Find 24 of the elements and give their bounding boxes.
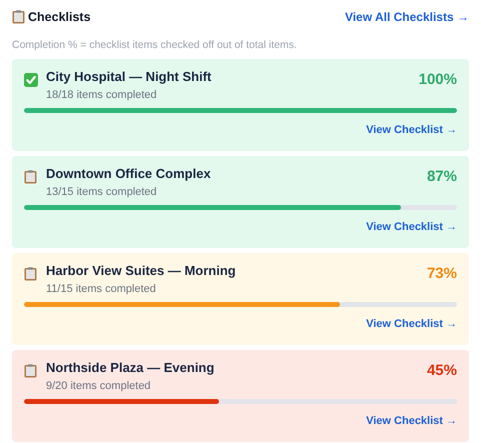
checklist-name: Northside Plaza — Evening [46, 360, 216, 375]
check-icon [24, 73, 38, 87]
view-checklist-link[interactable]: View Checklist → [366, 318, 457, 330]
completion-percent: 87% [426, 167, 457, 185]
view-checklist-link[interactable]: View Checklist → [366, 221, 457, 233]
checklist-name: City Hospital — Night Shift [46, 69, 212, 84]
section-title: Checklists [28, 10, 91, 24]
clipboard-icon [24, 267, 37, 281]
clipboard-icon [24, 170, 37, 184]
completion-note: Completion % = checklist items checked off out of total items. [12, 39, 298, 51]
items-summary: 18/18 items completed [46, 89, 158, 101]
items-summary: 13/15 items completed [46, 186, 158, 198]
completion-percent: 73% [426, 264, 457, 282]
clipboard-icon [12, 10, 25, 24]
items-summary: 11/15 items completed [46, 283, 157, 295]
checklist-name: Downtown Office Complex [46, 166, 212, 181]
view-checklist-link[interactable]: View Checklist → [366, 415, 457, 427]
view-checklist-link[interactable]: View Checklist → [366, 124, 457, 136]
completion-percent: 45% [426, 361, 457, 379]
completion-percent: 100% [418, 70, 457, 88]
clipboard-icon [24, 364, 37, 378]
checklist-name: Harbor View Suites — Morning [46, 263, 237, 278]
items-summary: 9/20 items completed [46, 380, 152, 392]
view-all-link[interactable]: View All Checklists → [344, 10, 469, 24]
